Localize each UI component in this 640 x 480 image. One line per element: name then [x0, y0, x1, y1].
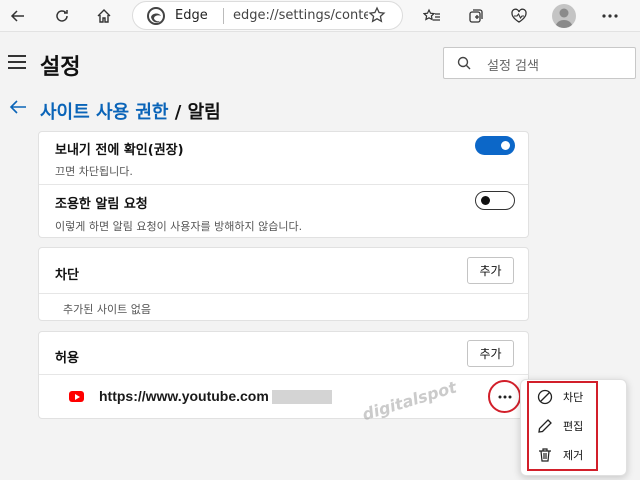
more-menu-button[interactable] [596, 2, 624, 30]
quiet-requests-toggle[interactable] [475, 191, 515, 210]
allow-section-card: 허용 추가 https://www.youtube.com [38, 331, 529, 419]
breadcrumb-parent-link[interactable]: 사이트 사용 권한 [40, 102, 168, 123]
address-bar[interactable]: Edge edge://settings/content [132, 1, 403, 30]
block-empty-text: 추가된 사이트 없음 [63, 303, 151, 316]
back-arrow-icon [10, 10, 24, 22]
edge-logo-icon [147, 7, 165, 25]
more-dots-icon [602, 14, 618, 18]
profile-icon [555, 8, 573, 28]
block-icon [537, 389, 553, 405]
refresh-button[interactable] [48, 2, 76, 30]
home-icon [97, 9, 111, 23]
quiet-requests-title: 조용한 알림 요청 [55, 197, 148, 212]
menu-item-remove-label: 제거 [563, 449, 584, 462]
menu-item-remove[interactable]: 제거 [537, 442, 607, 468]
home-button[interactable] [90, 2, 118, 30]
settings-search-input[interactable]: 설정 검색 [443, 47, 636, 79]
menu-item-edit-label: 편집 [563, 420, 584, 433]
block-section-title: 차단 [55, 268, 79, 283]
block-add-button[interactable]: 추가 [467, 257, 514, 284]
menu-item-edit[interactable]: 편집 [537, 413, 607, 439]
heart-pulse-icon [511, 8, 527, 23]
notification-options-card: 보내기 전에 확인(권장) 끄면 차단됩니다. 조용한 알림 요청 이렇게 하면… [38, 131, 529, 238]
allowed-site-url: https://www.youtube.com [99, 388, 269, 404]
confirm-before-send-toggle[interactable] [475, 136, 515, 155]
breadcrumb-current: 알림 [187, 102, 221, 123]
search-icon [457, 56, 471, 70]
page-title: 설정 [40, 55, 81, 80]
profile-avatar[interactable] [552, 4, 576, 28]
allow-add-button[interactable]: 추가 [467, 340, 514, 367]
back-arrow-icon [9, 100, 26, 114]
breadcrumb-separator: / [174, 102, 182, 123]
card-divider [39, 293, 528, 294]
search-placeholder: 설정 검색 [487, 59, 539, 74]
favorite-star-icon[interactable] [368, 6, 386, 28]
confirm-before-send-title: 보내기 전에 확인(권장) [55, 143, 184, 158]
confirm-before-send-desc: 끄면 차단됩니다. [55, 165, 133, 178]
hamburger-menu-icon[interactable] [8, 55, 26, 71]
menu-item-block[interactable]: 차단 [537, 384, 607, 410]
favorites-list-icon [423, 8, 440, 21]
pencil-icon [538, 419, 552, 433]
block-section-card: 차단 추가 추가된 사이트 없음 [38, 247, 529, 321]
settings-header: 설정 설정 검색 [0, 40, 640, 88]
collections-icon [469, 9, 483, 23]
allow-section-title: 허용 [55, 351, 79, 366]
breadcrumb: 사이트 사용 권한 / 알림 [40, 98, 221, 124]
trash-icon [539, 448, 551, 462]
back-to-permissions-button[interactable] [9, 99, 27, 119]
quiet-requests-desc: 이렇게 하면 알림 요청이 사용자를 방해하지 않습니다. [55, 220, 303, 233]
card-divider [39, 184, 528, 185]
youtube-icon [69, 391, 84, 402]
refresh-icon [56, 10, 68, 22]
more-dots-icon [498, 395, 511, 398]
address-url[interactable]: edge://settings/content [233, 8, 383, 23]
back-button[interactable] [4, 2, 32, 30]
favorites-button[interactable] [418, 2, 446, 30]
card-divider [39, 374, 528, 375]
address-separator [223, 8, 224, 24]
browser-essentials-button[interactable] [505, 2, 533, 30]
collections-button[interactable] [462, 2, 490, 30]
menu-item-block-label: 차단 [563, 391, 584, 404]
redacted-url-part [272, 390, 332, 404]
browser-toolbar: Edge edge://settings/content [0, 0, 640, 32]
site-more-actions-button[interactable] [488, 380, 521, 413]
address-site-label: Edge [175, 8, 208, 23]
